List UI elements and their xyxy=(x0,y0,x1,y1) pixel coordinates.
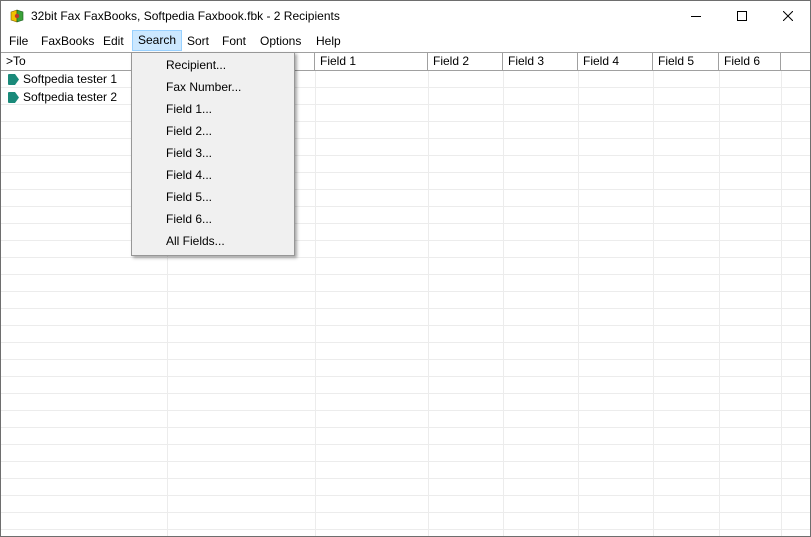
column-header-field-5[interactable]: Field 5 xyxy=(653,53,719,70)
column-header-field-1[interactable]: Field 1 xyxy=(315,53,428,70)
grid-divider xyxy=(719,71,720,536)
search-menu-field-6[interactable]: Field 6... xyxy=(166,208,212,230)
recipient-tag-icon xyxy=(8,74,19,85)
close-icon xyxy=(783,11,793,21)
grid-divider xyxy=(781,71,782,536)
menu-sort[interactable]: Sort xyxy=(182,31,214,51)
fax-app-icon xyxy=(10,9,24,23)
title-bar[interactable]: 32bit Fax FaxBooks, Softpedia Faxbook.fb… xyxy=(1,1,810,31)
grid-divider xyxy=(578,71,579,536)
menu-help[interactable]: Help xyxy=(311,31,346,51)
grid-divider xyxy=(653,71,654,536)
search-dropdown-menu: Recipient... Fax Number... Field 1... Fi… xyxy=(131,52,295,256)
recipient-grid[interactable]: >To Field 1 Field 2 Field 3 Field 4 Fiel… xyxy=(1,52,810,536)
app-window: 32bit Fax FaxBooks, Softpedia Faxbook.fb… xyxy=(0,0,811,537)
maximize-button[interactable] xyxy=(719,1,765,31)
window-title: 32bit Fax FaxBooks, Softpedia Faxbook.fb… xyxy=(31,9,340,23)
grid-divider xyxy=(315,71,316,536)
menu-file[interactable]: File xyxy=(4,31,33,51)
recipient-name: Softpedia tester 2 xyxy=(23,90,118,104)
search-menu-recipient[interactable]: Recipient... xyxy=(166,54,226,76)
grid-divider xyxy=(428,71,429,536)
recipient-name: Softpedia tester 1 xyxy=(23,72,118,86)
search-menu-all-fields[interactable]: All Fields... xyxy=(166,230,225,252)
search-menu-field-2[interactable]: Field 2... xyxy=(166,120,212,142)
search-menu-field-4[interactable]: Field 4... xyxy=(166,164,212,186)
search-menu-field-3[interactable]: Field 3... xyxy=(166,142,212,164)
search-menu-fax-number[interactable]: Fax Number... xyxy=(166,76,241,98)
search-menu-field-5[interactable]: Field 5... xyxy=(166,186,212,208)
minimize-icon xyxy=(691,16,701,17)
column-header-field-6[interactable]: Field 6 xyxy=(719,53,781,70)
menu-search[interactable]: Search xyxy=(132,30,183,51)
menu-bar: File FaxBooks Edit Search Sort Font Opti… xyxy=(1,30,810,51)
grid-header: >To Field 1 Field 2 Field 3 Field 4 Fiel… xyxy=(1,53,810,71)
grid-rows xyxy=(1,71,810,536)
recipient-tag-icon xyxy=(8,92,19,103)
menu-options[interactable]: Options xyxy=(255,31,306,51)
menu-font[interactable]: Font xyxy=(217,31,251,51)
menu-faxbooks[interactable]: FaxBooks xyxy=(36,31,99,51)
minimize-button[interactable] xyxy=(673,1,719,31)
column-header-field-2[interactable]: Field 2 xyxy=(428,53,503,70)
search-menu-field-1[interactable]: Field 1... xyxy=(166,98,212,120)
menu-edit[interactable]: Edit xyxy=(98,31,129,51)
column-header-field-4[interactable]: Field 4 xyxy=(578,53,653,70)
close-button[interactable] xyxy=(765,1,810,31)
grid-divider xyxy=(503,71,504,536)
maximize-icon xyxy=(737,11,747,21)
column-header-field-3[interactable]: Field 3 xyxy=(503,53,578,70)
